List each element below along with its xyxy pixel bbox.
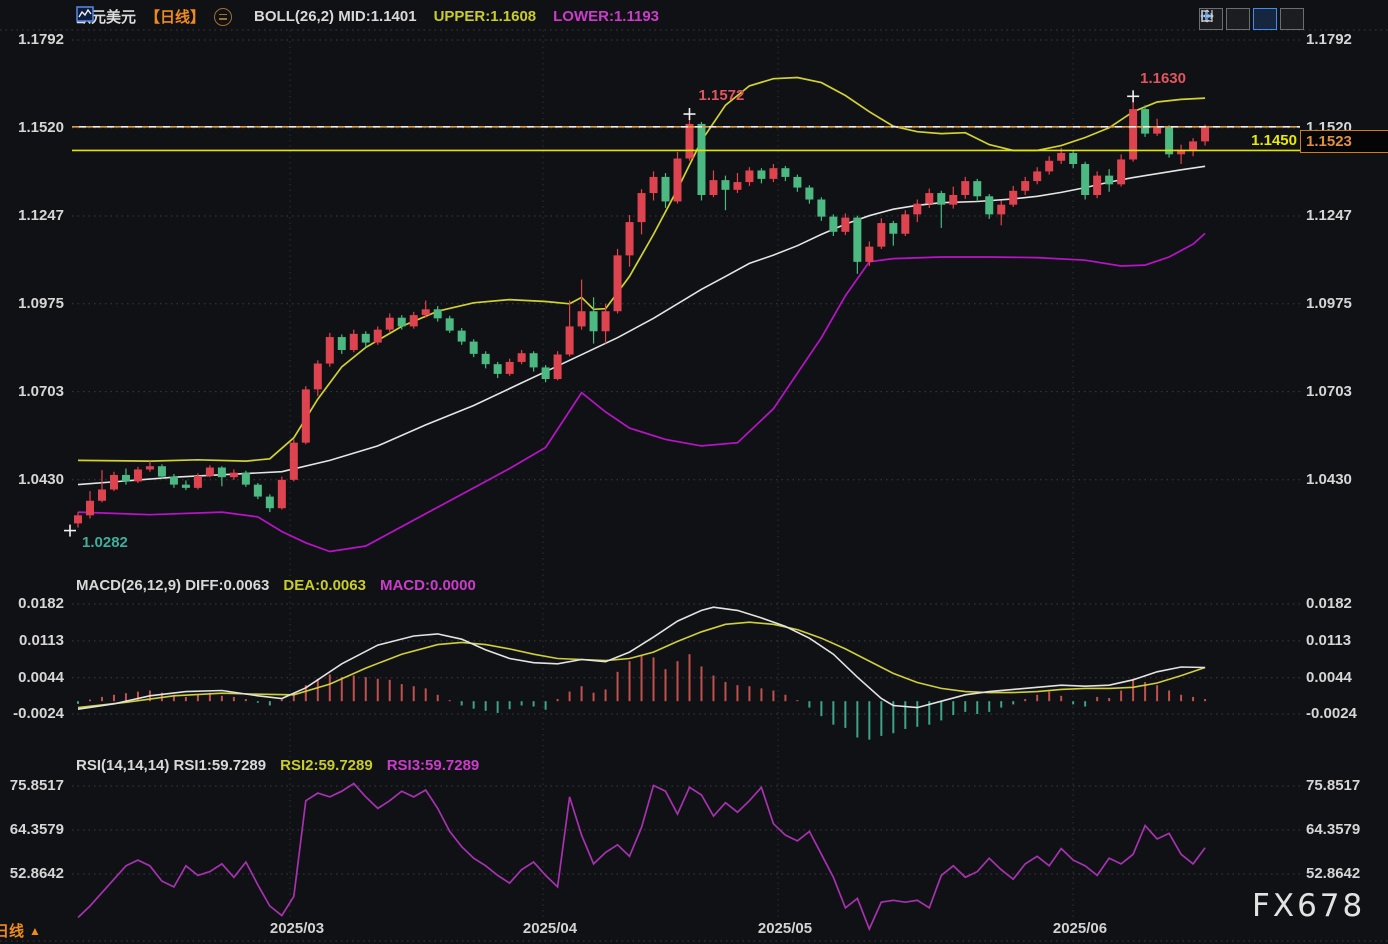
macd-dea-label: DEA:0.0063 bbox=[283, 577, 366, 594]
trading-chart-window: 1.1792 1.1792 1.1520 1.1520 1.1247 1.1247 1.09… bbox=[0, 0, 1388, 944]
timeframe-label: 日线 bbox=[0, 923, 25, 940]
up-triangle-icon: ▲ bbox=[29, 923, 41, 938]
boll-upper-label: UPPER:1.1608 bbox=[433, 8, 537, 25]
boll-lower-label: LOWER:1.1193 bbox=[553, 8, 660, 25]
last-price-box: 1.1523 bbox=[1300, 130, 1388, 153]
watermark: FX678 bbox=[1252, 888, 1366, 924]
chart-toolbar bbox=[1199, 8, 1304, 30]
macd-value-label: MACD:0.0000 bbox=[379, 577, 476, 594]
axis-range-icon[interactable] bbox=[1201, 8, 1250, 30]
indicator-play-icon[interactable] bbox=[1201, 8, 1277, 30]
settings-icon[interactable] bbox=[214, 7, 233, 26]
rsi-header: RSI(14,14,14) RSI1:59.7289 RSI2:59.7289 … bbox=[76, 757, 479, 774]
macd-header: MACD(26,12,9) DIFF:0.0063 DEA:0.0063 MAC… bbox=[76, 577, 476, 594]
chart-header: 欧元美元 【日线】 BOLL(26,2) MID:1.1401 UPPER:1.… bbox=[76, 6, 659, 27]
timeframe-selector[interactable]: 日线 ▲ bbox=[0, 920, 41, 941]
period-badge[interactable]: 【日线】 bbox=[145, 6, 205, 27]
macd-diff-label: MACD(26,12,9) DIFF:0.0063 bbox=[76, 577, 270, 594]
rsi2-label: RSI2:59.7289 bbox=[280, 757, 373, 774]
rsi1-label: RSI(14,14,14) RSI1:59.7289 bbox=[76, 757, 267, 774]
rsi3-label: RSI3:59.7289 bbox=[386, 757, 480, 774]
boll-mid-label: BOLL(26,2) MID:1.1401 bbox=[254, 8, 417, 25]
support-price-label: 1.1450 bbox=[1251, 132, 1297, 149]
exit-chart-icon[interactable] bbox=[1201, 8, 1304, 30]
